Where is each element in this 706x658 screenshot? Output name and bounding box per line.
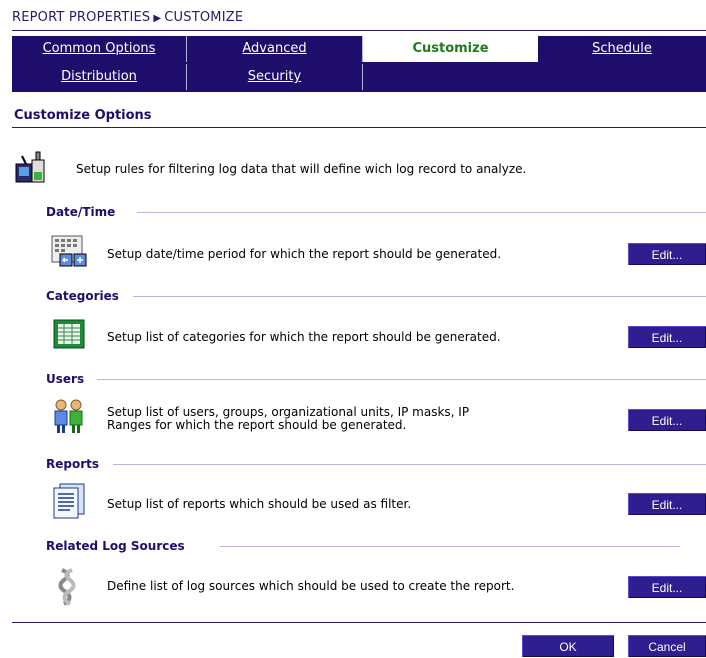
breadcrumb-arrow-icon: ▶: [153, 13, 162, 24]
categories-edit-button[interactable]: Edit...: [628, 326, 706, 348]
users-edit-button[interactable]: Edit...: [628, 409, 706, 431]
log-sources-icon: [58, 568, 76, 606]
intro-text: Setup rules for filtering log data that …: [76, 162, 527, 176]
categories-description: Setup list of categories for which the r…: [107, 330, 501, 344]
tab-security[interactable]: Security: [187, 64, 363, 90]
tab-schedule[interactable]: Schedule: [538, 36, 706, 62]
categories-title: Categories: [46, 289, 129, 303]
reports-divider: [113, 464, 706, 465]
tab-common-options[interactable]: Common Options: [12, 36, 187, 62]
datetime-divider: [137, 212, 706, 213]
categories-list-icon: [53, 319, 85, 349]
log-sources-edit-button[interactable]: Edit...: [628, 576, 706, 598]
breadcrumb-current: CUSTOMIZE: [164, 10, 244, 25]
reports-edit-button[interactable]: Edit...: [628, 493, 706, 515]
filter-rules-icon: [15, 151, 45, 183]
reports-document-icon: [53, 483, 85, 519]
section-divider: [12, 127, 706, 128]
users-icon: [54, 399, 83, 433]
cancel-button[interactable]: Cancel: [628, 635, 706, 657]
ok-button[interactable]: OK: [522, 635, 614, 657]
footer-divider: [12, 622, 706, 623]
users-description-line2: Ranges for which the report should be ge…: [107, 418, 407, 432]
datetime-edit-button[interactable]: Edit...: [628, 243, 706, 265]
categories-divider: [133, 296, 706, 297]
users-divider: [97, 379, 706, 380]
datetime-description: Setup date/time period for which the rep…: [107, 247, 502, 261]
breadcrumb-divider: [12, 30, 706, 31]
users-description: Setup list of users, groups, organizatio…: [107, 406, 469, 432]
tab-advanced[interactable]: Advanced: [187, 36, 363, 62]
section-title: Customize Options: [14, 108, 152, 123]
log-sources-title: Related Log Sources: [46, 539, 195, 553]
datetime-title: Date/Time: [46, 205, 126, 219]
breadcrumb-parent: REPORT PROPERTIES: [12, 10, 151, 25]
calendar-icon: [51, 235, 87, 267]
log-sources-divider: [220, 546, 680, 547]
reports-title: Reports: [46, 457, 110, 471]
tab-distribution[interactable]: Distribution: [12, 64, 187, 90]
breadcrumb: REPORT PROPERTIES ▶ CUSTOMIZE: [12, 10, 243, 25]
tab-customize[interactable]: Customize: [363, 36, 538, 62]
users-title: Users: [46, 372, 95, 386]
reports-description: Setup list of reports which should be us…: [107, 497, 412, 511]
tab-bar: Common Options Advanced Customize Schedu…: [12, 36, 706, 92]
log-sources-description: Define list of log sources which should …: [107, 579, 515, 593]
